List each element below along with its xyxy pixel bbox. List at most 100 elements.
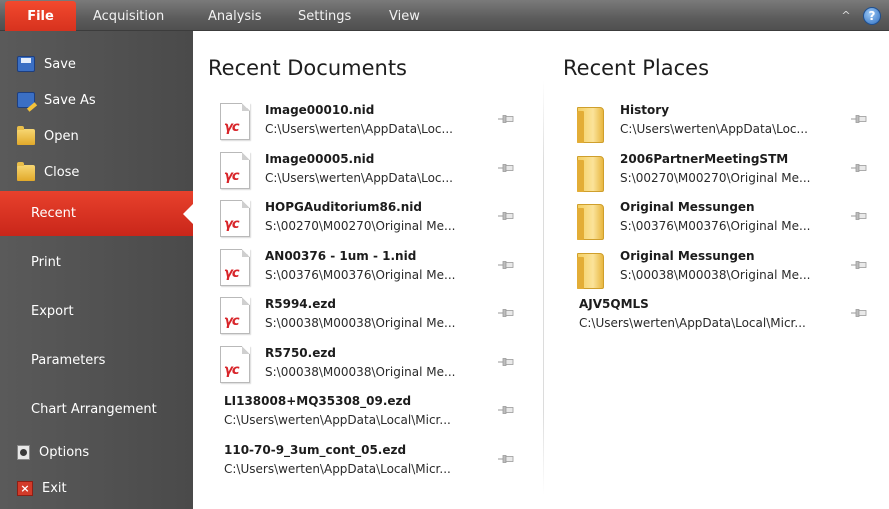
recent-document-item[interactable]: γc R5994.ezd S:\00038\M00038\Original Me..… <box>220 294 520 338</box>
nid-file-icon: γc <box>220 297 251 335</box>
document-path: C:\Users\werten\AppData\Local\Micr... <box>224 461 451 476</box>
place-path: C:\Users\werten\AppData\Local\Micr... <box>579 316 806 330</box>
nid-file-icon: γc <box>220 345 251 384</box>
nav-print-label: Print <box>31 254 61 270</box>
place-path: S:\00038\M00038\Original Me... <box>620 267 811 282</box>
exit-icon: × <box>17 480 33 496</box>
place-path: S:\00270\M00270\Original Me... <box>620 170 811 185</box>
pin-icon[interactable] <box>498 113 514 125</box>
options-icon <box>17 444 30 460</box>
nav-export-tab[interactable]: Export <box>0 300 193 322</box>
nav-print-tab[interactable]: Print <box>0 251 193 273</box>
nav-close-label: Close <box>44 164 80 180</box>
pin-icon[interactable] <box>498 162 514 174</box>
pin-icon[interactable] <box>498 307 514 319</box>
nav-save-button[interactable]: Save <box>0 53 193 75</box>
document-path: S:\00038\M00038\Original Me... <box>265 364 456 379</box>
document-path: C:\Users\werten\AppData\Loc... <box>265 122 453 136</box>
nid-file-icon: γc <box>220 200 251 238</box>
document-name: HOPGAuditorium86.nid <box>265 200 422 214</box>
pane-divider <box>543 80 544 495</box>
nav-export-label: Export <box>31 303 74 319</box>
pin-icon[interactable] <box>498 259 514 271</box>
document-path: S:\00270\M00270\Original Me... <box>265 219 456 233</box>
save-icon <box>17 56 35 72</box>
nav-exit-button[interactable]: × Exit <box>0 477 193 499</box>
document-name: AN00376 - 1um - 1.nid <box>265 248 417 263</box>
folder-icon <box>575 152 606 192</box>
nav-recent-label: Recent <box>31 206 76 221</box>
nav-close-button[interactable]: Close <box>0 161 193 183</box>
document-path: C:\Users\werten\AppData\Loc... <box>265 170 453 185</box>
document-name: 110-70-9_3um_cont_05.ezd <box>224 442 407 457</box>
pin-icon[interactable] <box>851 210 867 222</box>
document-name: LI138008+MQ35308_09.ezd <box>224 394 412 408</box>
pin-icon[interactable] <box>851 259 867 271</box>
nav-recent-tab[interactable]: Recent <box>0 191 194 236</box>
place-name: 2006PartnerMeetingSTM <box>620 151 789 166</box>
tab-settings[interactable]: Settings <box>298 0 351 31</box>
place-name: AJV5QMLS <box>579 297 649 311</box>
pin-icon[interactable] <box>851 162 867 174</box>
recent-place-item[interactable]: AJV5QMLS C:\Users\werten\AppData\Local\Mi… <box>579 294 879 338</box>
save-as-icon <box>17 92 35 108</box>
document-name: Image00005.nid <box>265 151 375 166</box>
nav-exit-label: Exit <box>42 480 67 496</box>
pin-icon[interactable] <box>498 210 514 222</box>
collapse-ribbon-icon[interactable]: ^ <box>839 9 853 23</box>
pin-icon[interactable] <box>498 404 514 416</box>
nav-chart-arrangement-label: Chart Arrangement <box>31 401 157 417</box>
nid-file-icon: γc <box>220 248 251 287</box>
selected-notch-indicator <box>183 203 194 225</box>
nav-chart-arrangement-tab[interactable]: Chart Arrangement <box>0 398 193 420</box>
nav-options-button[interactable]: Options <box>0 441 193 463</box>
recent-document-item[interactable]: 110-70-9_3um_cont_05.ezd C:\Users\werten\… <box>224 440 524 484</box>
close-folder-icon <box>17 162 35 181</box>
pin-icon[interactable] <box>851 113 867 125</box>
place-path: S:\00376\M00376\Original Me... <box>620 219 811 233</box>
open-folder-icon <box>17 126 35 145</box>
recent-place-item[interactable]: Original Messungen S:\00376\M00376\Origin… <box>575 197 875 241</box>
document-name: Image00010.nid <box>265 103 375 117</box>
nav-open-button[interactable]: Open <box>0 125 193 147</box>
recent-document-item[interactable]: γc R5750.ezd S:\00038\M00038\Original Me..… <box>220 343 520 387</box>
place-name: Original Messungen <box>620 248 755 263</box>
tab-view[interactable]: View <box>389 0 420 31</box>
folder-icon <box>575 249 606 289</box>
backstage-nav: Save Save As Open Close Recent Print Exp… <box>0 31 194 509</box>
recent-places-title: Recent Places <box>563 56 710 80</box>
nav-open-label: Open <box>44 128 79 144</box>
pin-icon[interactable] <box>498 356 514 368</box>
recent-document-item[interactable]: γc Image00005.nid C:\Users\werten\AppData\… <box>220 149 520 193</box>
document-path: S:\00038\M00038\Original Me... <box>265 316 456 330</box>
document-path: C:\Users\werten\AppData\Local\Micr... <box>224 413 451 427</box>
recent-document-item[interactable]: γc AN00376 - 1um - 1.nid S:\00376\M00376\O… <box>220 246 520 290</box>
document-name: R5750.ezd <box>265 345 336 360</box>
pin-icon[interactable] <box>498 453 514 465</box>
recent-place-item[interactable]: 2006PartnerMeetingSTM S:\00270\M00270\Ori… <box>575 149 875 193</box>
recent-documents-title: Recent Documents <box>208 56 407 80</box>
tab-acquisition[interactable]: Acquisition <box>93 0 164 31</box>
recent-document-item[interactable]: γc Image00010.nid C:\Users\werten\AppData\… <box>220 100 520 144</box>
document-path: S:\00376\M00376\Original Me... <box>265 267 456 282</box>
pin-icon[interactable] <box>851 307 867 319</box>
help-icon[interactable]: ? <box>863 7 881 25</box>
tab-analysis[interactable]: Analysis <box>208 0 262 31</box>
place-name: Original Messungen <box>620 200 755 214</box>
folder-icon <box>575 200 606 240</box>
recent-place-item[interactable]: History C:\Users\werten\AppData\Loc... <box>575 100 875 144</box>
folder-icon <box>575 103 606 143</box>
recent-document-item[interactable]: γc HOPGAuditorium86.nid S:\00270\M00270\Or… <box>220 197 520 241</box>
nav-save-label: Save <box>44 56 76 72</box>
nav-parameters-tab[interactable]: Parameters <box>0 349 193 371</box>
recent-document-item[interactable]: LI138008+MQ35308_09.ezd C:\Users\werten\A… <box>224 391 524 435</box>
recent-place-item[interactable]: Original Messungen S:\00038\M00038\Origin… <box>575 246 875 290</box>
place-path: C:\Users\werten\AppData\Loc... <box>620 122 808 136</box>
nid-file-icon: γc <box>220 103 251 141</box>
nav-options-label: Options <box>39 444 90 460</box>
place-name: History <box>620 103 670 117</box>
nav-parameters-label: Parameters <box>31 352 106 368</box>
nav-save-as-button[interactable]: Save As <box>0 89 193 111</box>
tab-file[interactable]: File <box>5 1 76 31</box>
nav-save-as-label: Save As <box>44 92 96 108</box>
